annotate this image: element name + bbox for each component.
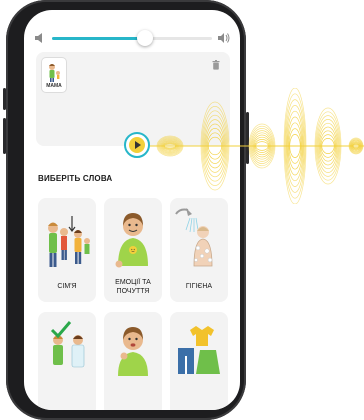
sentence-word-label: МАМА xyxy=(46,83,62,89)
play-icon xyxy=(129,137,145,153)
speaker-high-icon xyxy=(218,33,230,43)
hygiene-pictogram xyxy=(175,208,213,267)
clothes-pictogram xyxy=(178,326,220,374)
volume-slider[interactable] xyxy=(52,30,212,46)
phone-volume-up xyxy=(3,88,6,110)
category-tile-emotions[interactable]: ЕМОЦІЇ ТА ПОЧУТТЯ xyxy=(104,198,162,302)
category-tile-health[interactable] xyxy=(38,312,96,410)
app-screen: МАМА ВИБЕРІТЬ СЛОВА СІМ'Я ЕМОЦІЇ ТА ПОЧУ… xyxy=(24,10,240,410)
volume-fill xyxy=(52,37,145,40)
category-label: СІМ'Я xyxy=(57,283,77,290)
sound-wave-graphic xyxy=(150,88,364,204)
emotions-pictogram xyxy=(115,213,148,268)
category-label: ГІГІЄНА xyxy=(185,283,213,290)
trash-icon[interactable] xyxy=(212,60,220,70)
speaker-low-icon xyxy=(35,33,42,43)
family-pictogram xyxy=(48,216,90,267)
category-tile-speech[interactable] xyxy=(104,312,162,410)
category-label-line1: ЕМОЦІЇ ТА xyxy=(115,279,151,286)
mom-pictogram xyxy=(49,64,60,82)
sentence-word-card[interactable]: МАМА xyxy=(42,58,66,92)
category-tile-hygiene[interactable]: ГІГІЄНА xyxy=(170,198,228,302)
section-title: ВИБЕРІТЬ СЛОВА xyxy=(38,174,113,183)
phone-volume-down xyxy=(3,118,6,154)
volume-control[interactable] xyxy=(34,28,230,48)
volume-knob[interactable] xyxy=(136,30,153,46)
category-tile-family[interactable]: СІМ'Я xyxy=(38,198,96,302)
play-button[interactable] xyxy=(124,132,150,158)
phone-frame: МАМА ВИБЕРІТЬ СЛОВА СІМ'Я ЕМОЦІЇ ТА ПОЧУ… xyxy=(3,0,249,420)
doctor-pictogram xyxy=(50,321,85,368)
category-tile-clothes[interactable] xyxy=(170,312,228,410)
speech-pictogram xyxy=(118,327,148,376)
category-label-line2: ПОЧУТТЯ xyxy=(116,288,150,295)
